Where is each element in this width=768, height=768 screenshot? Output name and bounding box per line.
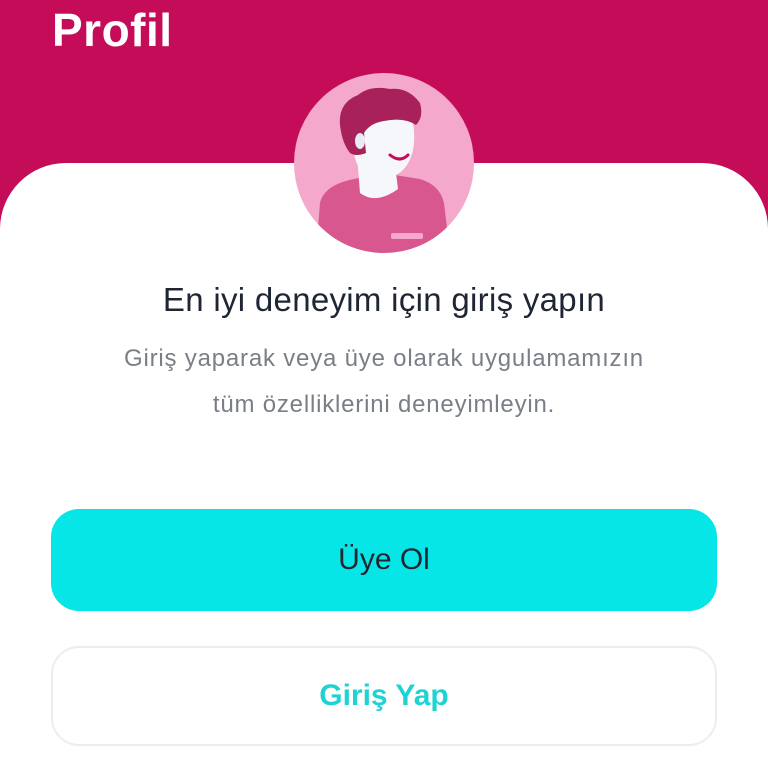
login-prompt-heading: En iyi deneyim için giriş yapın <box>162 281 606 318</box>
signup-button[interactable]: Üye Ol <box>51 509 717 611</box>
login-button[interactable]: Giriş Yap <box>51 646 717 746</box>
user-avatar-illustration-icon <box>316 87 450 253</box>
page-title: Profil <box>52 4 173 56</box>
avatar <box>294 73 474 253</box>
profile-screen: Profil En iyi deneyim için giriş yapın G… <box>0 0 768 768</box>
login-prompt-description: Giriş yaparak veya üye olarak uygulamamı… <box>124 345 644 418</box>
